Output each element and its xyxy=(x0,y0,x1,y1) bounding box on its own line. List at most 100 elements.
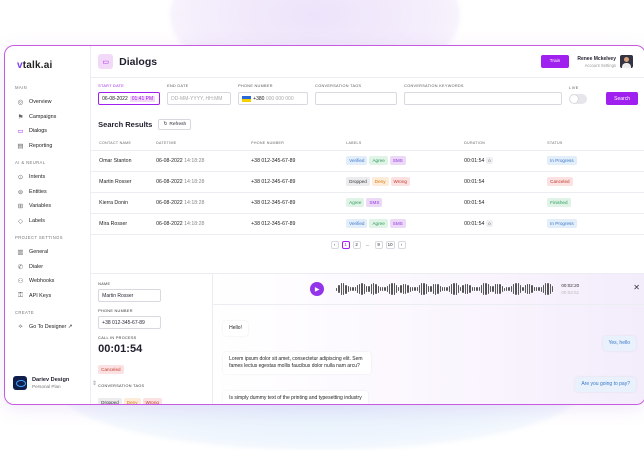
page-button[interactable]: 2 xyxy=(352,240,361,249)
waveform-bar xyxy=(519,284,522,294)
detail-phone-label: PHONE NUMBER xyxy=(98,309,133,313)
detail-tags-label: CONVERSATION TAGS xyxy=(98,384,145,388)
phone-field[interactable]: +380 000 000 000 xyxy=(238,92,309,105)
train-button[interactable]: Train xyxy=(540,55,570,68)
account-menu[interactable]: Renee Mckelvey Account Settings xyxy=(577,56,616,68)
waveform-bar xyxy=(462,285,464,293)
sidebar-item-campaigns[interactable]: ⚑ Campaigns xyxy=(13,110,82,125)
next-page-button[interactable]: › xyxy=(397,240,406,249)
end-date-field[interactable]: DD-MM-YYYY, HH:MM xyxy=(167,92,232,105)
sidebar-item-dialer[interactable]: ✆ Dialer xyxy=(13,260,82,275)
sidebar-item-intents[interactable]: ⊙ Intents xyxy=(13,170,82,185)
count-badge: 0 xyxy=(486,157,493,164)
row-duration: 00:01:54 xyxy=(464,221,485,227)
refresh-button[interactable]: ↻ Refresh xyxy=(158,119,192,130)
results-table: CONTACT NAME DATETIME PHONE NUMBER LABELS DU… xyxy=(91,137,644,235)
sidebar-item-webhooks[interactable]: ⚇ Webhooks xyxy=(13,274,82,289)
account-settings-link[interactable]: Account Settings xyxy=(577,63,616,68)
row-phone: +38 012-345-67-89 xyxy=(251,199,296,206)
sidebar-item-go-to-designer[interactable]: ⟡ Go To Designer ↗ xyxy=(13,320,82,335)
sidebar-nav: MAIN ◎ Overview ⚑ Campaigns ▭ Dialogs ▤ Reportin… xyxy=(13,85,82,335)
waveform-bar xyxy=(517,283,519,295)
waveform-bar xyxy=(428,286,430,292)
waveform-bar xyxy=(513,283,515,295)
keywords-field[interactable] xyxy=(404,92,563,105)
waveform-bar xyxy=(501,286,503,292)
waveform-bar xyxy=(473,287,476,291)
waveform-bar xyxy=(336,287,338,291)
start-date-field[interactable]: 06-08-2022 01:41 PM xyxy=(98,92,161,105)
waveform-bar xyxy=(522,287,524,291)
row-phone: +38 012-345-67-89 xyxy=(251,178,296,185)
logo[interactable]: vtalk.ai xyxy=(17,60,82,71)
waveform-bar xyxy=(526,283,529,295)
label-tag: Wrong xyxy=(142,398,162,404)
audio-player: ▶ 00:02:20 00:04:51 ✕ xyxy=(213,274,644,305)
waveform-bar xyxy=(349,287,352,291)
search-button[interactable]: Search xyxy=(606,92,638,105)
report-icon: ▤ xyxy=(17,142,24,150)
waveform-bar xyxy=(430,286,432,292)
page-button[interactable]: 1 xyxy=(341,240,350,249)
row-time: 14:18:28 xyxy=(184,178,205,185)
table-row[interactable]: Mira Rosser 06-08-2022 14:18:28 +38 012-34… xyxy=(91,213,644,235)
waveform-bar xyxy=(542,284,545,294)
tags-field[interactable] xyxy=(315,92,398,105)
waveform-bar xyxy=(407,284,409,294)
variables-icon: ⊞ xyxy=(17,203,24,211)
waveform-bar xyxy=(439,285,441,293)
table-row[interactable]: Omar Stanton 06-08-2022 14:18:28 +38 012-3… xyxy=(91,150,644,172)
page-button[interactable]: 10 xyxy=(385,240,395,249)
start-date-label: START DATE xyxy=(98,84,125,88)
sidebar-section-title: PROJECT SETTINGS xyxy=(15,235,63,240)
sidebar-item-api-keys[interactable]: ⚿ API Keys xyxy=(13,289,82,304)
table-body: Omar Stanton 06-08-2022 14:18:28 +38 012-3… xyxy=(91,150,644,235)
sidebar-item-dialogs[interactable]: ▭ Dialogs xyxy=(13,124,82,139)
detail-name-field[interactable]: Martin Rosser xyxy=(98,289,162,302)
sidebar-item-label: Dialogs xyxy=(29,128,47,135)
table-row[interactable]: Kierra Donin 06-08-2022 14:18:28 +38 012-3… xyxy=(91,192,644,214)
status-badge: In Progress xyxy=(547,156,577,165)
sidebar-item-labels[interactable]: ◇ Labels xyxy=(13,214,82,229)
page-button[interactable]: 9 xyxy=(374,240,383,249)
play-icon[interactable]: ▶ xyxy=(310,282,325,296)
account-name: Renee Mckelvey xyxy=(577,55,616,62)
live-toggle[interactable] xyxy=(569,94,588,104)
sidebar-item-general[interactable]: ▥ General xyxy=(13,245,82,260)
sidebar-item-reporting[interactable]: ▤ Reporting xyxy=(13,139,82,154)
waveform-bar xyxy=(340,283,343,295)
workspace-switcher[interactable]: Dariev Design Personal Plan ⇕ xyxy=(13,376,97,390)
label-tag: Verified xyxy=(346,219,368,228)
waveform-bar xyxy=(437,284,439,294)
sidebar-item-variables[interactable]: ⊞ Variables xyxy=(13,199,82,214)
sidebar-item-overview[interactable]: ◎ Overview xyxy=(13,95,82,110)
waveform-bar xyxy=(375,283,377,295)
avatar[interactable] xyxy=(620,55,633,68)
detail-tags: Dropped Deny Wrong xyxy=(98,391,205,404)
label-tag: SMS xyxy=(366,198,383,207)
table-row[interactable]: Martin Rosser 06-08-2022 14:18:28 +38 012-… xyxy=(91,171,644,193)
waveform-bar xyxy=(453,282,455,296)
row-time: 14:18:28 xyxy=(184,199,205,206)
close-icon[interactable]: ✕ xyxy=(633,283,640,292)
waveform-bar xyxy=(503,287,506,291)
waveform-bar xyxy=(480,284,483,294)
status-badge: Finished xyxy=(547,198,571,207)
waveform-bar xyxy=(464,283,467,295)
row-date: 06-08-2022 xyxy=(156,178,183,185)
waveform-bar xyxy=(506,286,508,292)
sidebar-item-label: General xyxy=(29,249,49,256)
row-date: 06-08-2022 xyxy=(156,199,183,206)
sidebar-item-label: Reporting xyxy=(29,142,53,149)
label-tag: SMS xyxy=(389,219,406,228)
page-title: Dialogs xyxy=(119,55,158,68)
ukraine-flag-icon xyxy=(242,95,252,102)
waveform[interactable] xyxy=(336,281,554,297)
detail-phone-field[interactable]: +38 012-345-67-89 xyxy=(98,316,162,329)
prev-page-button[interactable]: ‹ xyxy=(330,240,339,249)
key-icon: ⚿ xyxy=(18,291,23,299)
waveform-bar xyxy=(398,287,400,291)
label-tag: Deny xyxy=(371,177,389,186)
sidebar-item-entities[interactable]: ⊚ Entities xyxy=(13,185,82,200)
results-header: Search Results ↻ Refresh xyxy=(91,105,644,137)
